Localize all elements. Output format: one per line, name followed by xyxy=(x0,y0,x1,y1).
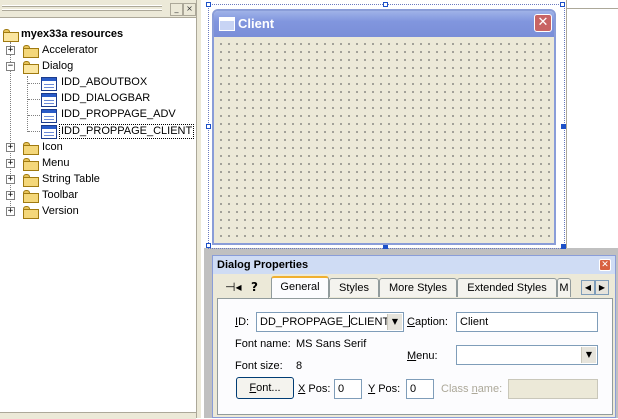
chevron-down-icon[interactable]: ▼ xyxy=(387,314,402,330)
tab-scroll-right-icon[interactable]: ▶ xyxy=(595,280,609,295)
font-button[interactable]: Font... xyxy=(236,377,294,399)
tree-item-idd-proppage-client[interactable]: IDD_PROPPAGE_CLIENT xyxy=(59,124,195,139)
close-pane-button[interactable]: × xyxy=(183,3,196,16)
resize-handle[interactable] xyxy=(206,2,211,7)
tree-item-version[interactable]: Version xyxy=(42,205,79,218)
tree-root-label[interactable]: myex33a resources xyxy=(21,28,123,41)
folder-icon xyxy=(23,206,39,219)
folder-icon xyxy=(23,174,39,187)
properties-titlebar[interactable]: Dialog Properties ✕ xyxy=(213,256,615,274)
minimize-pane-button[interactable]: _ xyxy=(170,3,183,16)
resize-handle[interactable] xyxy=(561,244,566,249)
tree-item-idd-aboutbox[interactable]: IDD_ABOUTBOX xyxy=(61,76,147,89)
tree-connector-line xyxy=(27,76,28,132)
properties-title: Dialog Properties xyxy=(217,259,309,271)
expand-icon-folder-icon[interactable]: + xyxy=(6,143,15,152)
tab-extended-styles[interactable]: Extended Styles xyxy=(457,278,557,297)
expand-string-table-icon[interactable]: + xyxy=(6,175,15,184)
expand-menu-icon[interactable]: + xyxy=(6,159,15,168)
tree-item-dialog[interactable]: Dialog xyxy=(42,60,73,73)
expand-toolbar-icon[interactable]: + xyxy=(6,191,15,200)
id-combo[interactable]: DD_PROPPAGE_CLIENT ▼ xyxy=(256,312,404,332)
menu-label: Menu: xyxy=(407,350,438,362)
close-properties-button[interactable]: ✕ xyxy=(599,259,611,271)
folder-icon xyxy=(23,190,39,203)
tree-connector-line xyxy=(28,99,40,100)
header-grip-line xyxy=(2,9,162,11)
tree-item-icon[interactable]: Icon xyxy=(42,141,63,154)
client-dialog-title: Client xyxy=(238,16,275,31)
pin-icon[interactable]: ⊣◂ xyxy=(225,280,241,294)
expand-version-icon[interactable]: + xyxy=(6,207,15,216)
folder-open-icon xyxy=(23,61,39,74)
tree-item-accelerator[interactable]: Accelerator xyxy=(42,44,98,57)
dialog-resource-icon xyxy=(41,125,57,139)
id-label: ID: xyxy=(235,316,250,328)
general-properties-page: ID: DD_PROPPAGE_CLIENT ▼ Caption: Client… xyxy=(217,298,613,415)
xpos-label: X Pos: xyxy=(298,383,331,395)
tab-styles[interactable]: Styles xyxy=(329,278,379,297)
resources-root-icon xyxy=(3,29,19,42)
tab-scroll-left-icon[interactable]: ◀ xyxy=(581,280,595,295)
help-icon[interactable]: ? xyxy=(251,280,258,294)
caption-label: Caption: xyxy=(407,316,448,328)
resize-handle[interactable] xyxy=(383,2,388,7)
id-value-part: CLIENT xyxy=(350,316,390,328)
window-icon xyxy=(219,17,235,31)
resize-handle[interactable] xyxy=(206,243,211,248)
tree-item-string-table[interactable]: String Table xyxy=(42,173,100,186)
close-icon: ✕ xyxy=(534,14,552,32)
ypos-label: Y Pos: xyxy=(368,383,401,395)
caption-field[interactable]: Client xyxy=(456,312,598,332)
resource-view-header: _ × xyxy=(0,0,196,18)
id-value-part: DD_PROPPAGE_ xyxy=(260,316,350,328)
editor-side-area xyxy=(566,0,618,248)
tree-connector-line xyxy=(28,83,40,84)
class-name-field xyxy=(508,379,598,399)
pane-splitter[interactable] xyxy=(196,0,201,418)
header-grip-line xyxy=(2,5,162,7)
resize-handle[interactable] xyxy=(561,124,566,129)
dialog-resource-icon xyxy=(41,93,57,107)
editor-divider xyxy=(566,0,567,248)
class-name-label: Class name: xyxy=(441,383,503,395)
tree-item-idd-proppage-adv[interactable]: IDD_PROPPAGE_ADV xyxy=(61,108,176,121)
collapse-dialog-icon[interactable]: − xyxy=(6,62,15,71)
resize-handle[interactable] xyxy=(206,124,211,129)
client-dialog-preview[interactable]: Client ✕ xyxy=(212,9,556,245)
font-name-label: Font name: xyxy=(235,338,291,350)
font-name-value: MS Sans Serif xyxy=(296,338,367,350)
tab-more-styles[interactable]: More Styles xyxy=(379,278,457,297)
font-size-value: 8 xyxy=(296,360,303,372)
editor-divider xyxy=(567,8,618,9)
tab-general[interactable]: General xyxy=(271,276,329,298)
resize-handle[interactable] xyxy=(560,2,565,7)
expand-accelerator-icon[interactable]: + xyxy=(6,46,15,55)
tree-item-toolbar[interactable]: Toolbar xyxy=(42,189,78,202)
chevron-down-icon[interactable]: ▼ xyxy=(581,347,596,363)
ypos-field[interactable]: 0 xyxy=(406,379,434,399)
tree-item-idd-dialogbar[interactable]: IDD_DIALOGBAR xyxy=(61,92,150,105)
folder-icon xyxy=(23,45,39,58)
dialog-resource-icon xyxy=(41,77,57,91)
client-dialog-titlebar: Client ✕ xyxy=(214,11,554,37)
tree-item-menu[interactable]: Menu xyxy=(42,157,70,170)
tree-connector-line xyxy=(28,131,40,132)
dialog-properties-window: Dialog Properties ✕ ⊣◂ ? General Styles … xyxy=(212,255,616,418)
font-size-label: Font size: xyxy=(235,360,283,372)
dialog-layout-grid[interactable] xyxy=(216,39,550,241)
menu-combo[interactable]: ▼ xyxy=(456,345,598,365)
xpos-field[interactable]: 0 xyxy=(334,379,362,399)
folder-icon xyxy=(23,142,39,155)
properties-tab-row: ⊣◂ ? General Styles More Styles Extended… xyxy=(217,276,613,298)
tab-more-truncated[interactable]: M xyxy=(557,278,571,297)
tree-connector-line xyxy=(28,115,40,116)
folder-icon xyxy=(23,158,39,171)
dialog-resource-icon xyxy=(41,109,57,123)
